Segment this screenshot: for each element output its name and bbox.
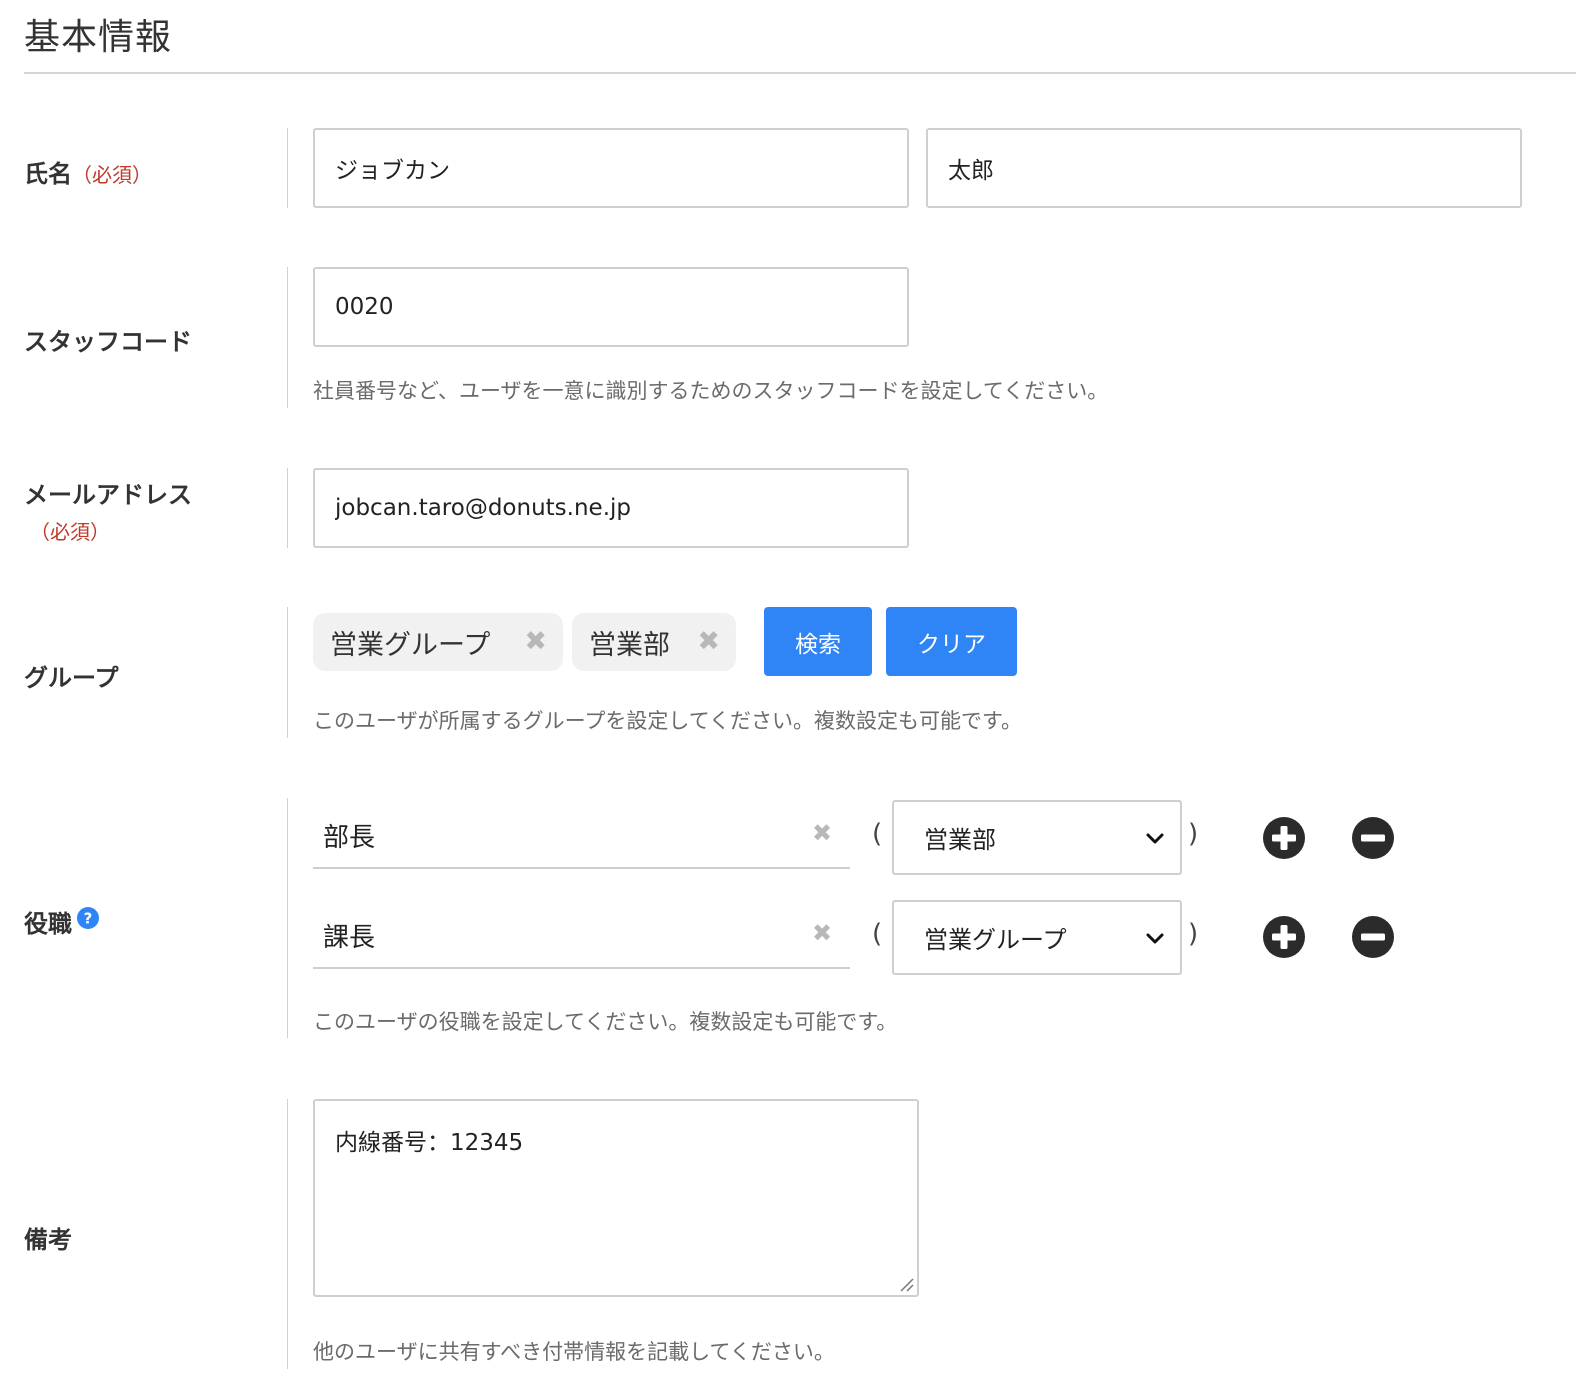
section-divider [24, 72, 1576, 74]
question-circle-icon[interactable]: ? [77, 907, 99, 929]
section-title: 基本情報 [24, 17, 173, 58]
resize-grip-icon[interactable] [898, 1276, 914, 1292]
row-divider [287, 1099, 288, 1369]
position-group-value: 営業グループ [924, 926, 1067, 954]
row-divider [287, 128, 288, 208]
chip-remove-icon[interactable]: ✖ [524, 626, 547, 657]
group-chip: 営業グループ ✖ [313, 613, 563, 671]
notes-help: 他のユーザに共有すべき付帯情報を記載してください。 [313, 1340, 835, 1364]
chevron-down-icon [1146, 933, 1164, 944]
row-divider [287, 798, 288, 1038]
position-title-input[interactable] [313, 903, 850, 969]
notes-label: 備考 [24, 1226, 72, 1254]
position-title-input[interactable] [313, 803, 850, 869]
group-chip-label: 営業部 [589, 629, 670, 661]
open-paren: ( [872, 919, 883, 949]
position-group-value: 営業部 [924, 826, 996, 854]
position-clear-icon[interactable]: ✖ [812, 819, 832, 847]
position-help: このユーザの役職を設定してください。複数設定も可能です。 [313, 1010, 898, 1034]
position-clear-icon[interactable]: ✖ [812, 919, 832, 947]
svg-text:?: ? [84, 910, 93, 928]
group-search-button[interactable]: 検索 [764, 607, 872, 676]
required-badge: （必須） [72, 163, 152, 187]
plus-circle-icon[interactable] [1263, 916, 1305, 958]
staff-code-input[interactable] [313, 267, 909, 347]
position-group-select[interactable]: 営業部 [892, 800, 1182, 875]
notes-textarea[interactable]: 内線番号：12345 [313, 1099, 919, 1297]
close-paren: ) [1188, 919, 1199, 949]
chip-remove-icon[interactable]: ✖ [697, 626, 720, 657]
name-label: 氏名（必須） [24, 154, 152, 189]
group-chip-label: 営業グループ [330, 629, 491, 661]
plus-circle-icon[interactable] [1263, 817, 1305, 859]
email-input[interactable] [313, 468, 909, 548]
open-paren: ( [872, 819, 883, 849]
first-name-input[interactable] [926, 128, 1522, 208]
group-help: このユーザが所属するグループを設定してください。複数設定も可能です。 [313, 709, 1022, 733]
position-label: 役職 [24, 910, 72, 938]
staff-code-label: スタッフコード [24, 328, 192, 356]
group-label: グループ [24, 664, 119, 692]
staff-code-help: 社員番号など、ユーザを一意に識別するためのスタッフコードを設定してください。 [313, 379, 1109, 403]
chevron-down-icon [1146, 833, 1164, 844]
close-paren: ) [1188, 819, 1199, 849]
row-divider [287, 607, 288, 738]
email-required-badge: （必須） [30, 520, 110, 544]
last-name-input[interactable] [313, 128, 909, 208]
minus-circle-icon[interactable] [1352, 817, 1394, 859]
position-group-select[interactable]: 営業グループ [892, 900, 1182, 975]
name-label-text: 氏名 [24, 160, 72, 188]
group-chip: 営業部 ✖ [572, 613, 736, 671]
row-divider [287, 267, 288, 408]
row-divider [287, 468, 288, 548]
minus-circle-icon[interactable] [1352, 916, 1394, 958]
email-label: メールアドレス [24, 481, 192, 509]
group-clear-button[interactable]: クリア [886, 607, 1017, 676]
